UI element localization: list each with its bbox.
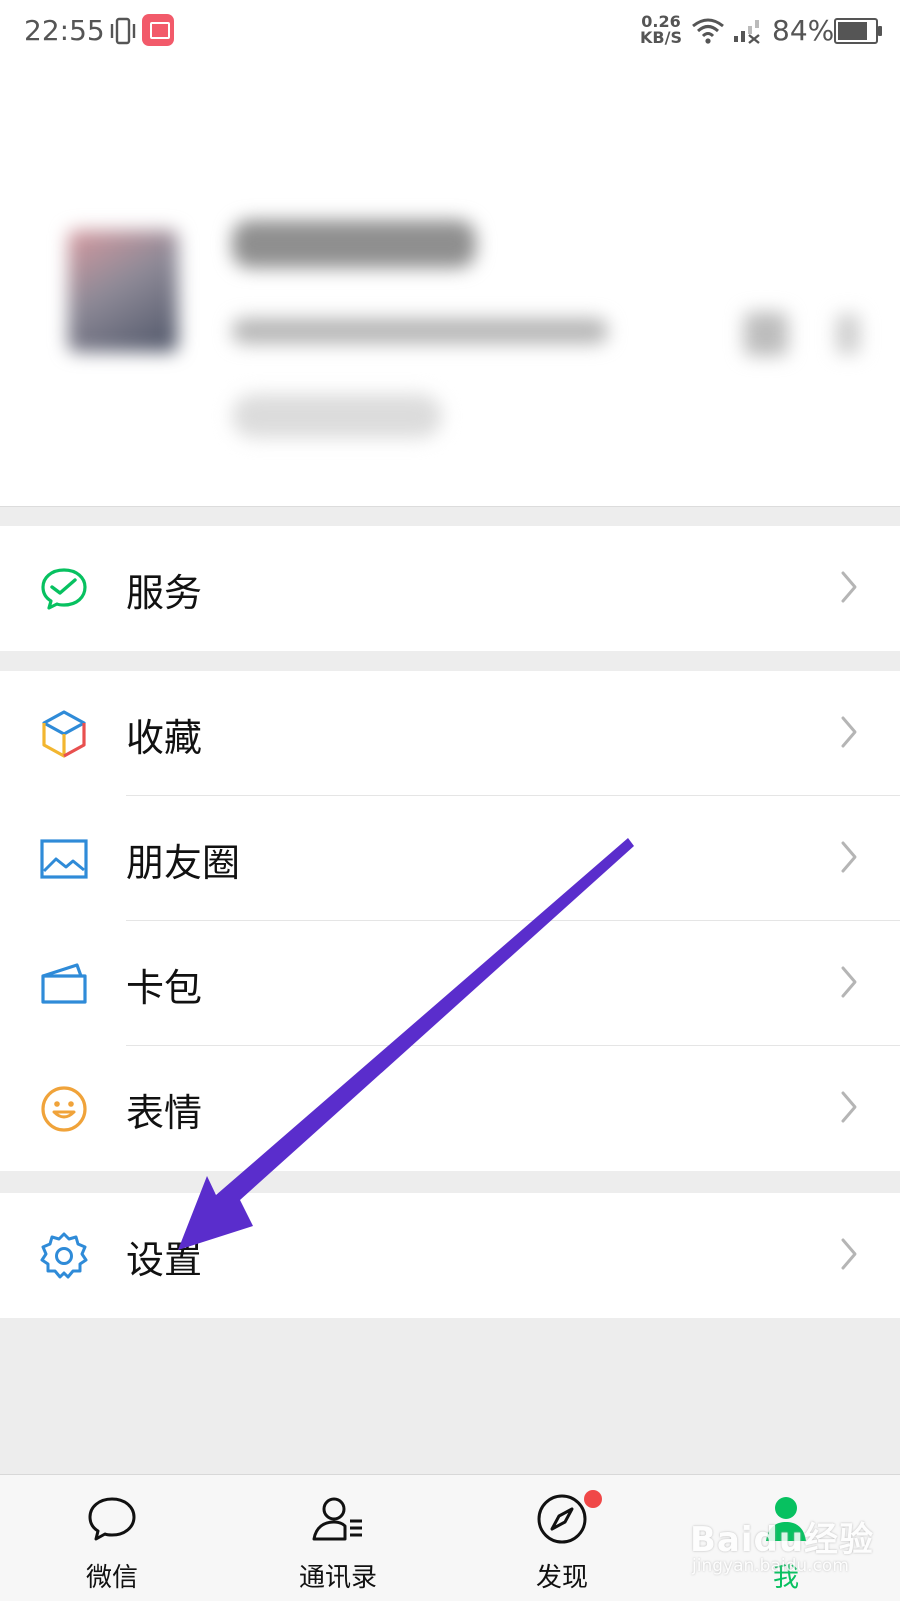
qr-code-icon[interactable]: [744, 312, 788, 356]
baidu-watermark: Baidu经验: [690, 1520, 875, 1560]
tab-label-contacts: 通讯录: [298, 1563, 377, 1593]
chevron-right-icon: [841, 1238, 857, 1270]
favorites-cube-icon: [36, 709, 92, 759]
chevron-right-icon: [841, 571, 857, 603]
tab-contacts[interactable]: 通讯录: [268, 1475, 408, 1601]
chevron-right-icon: [841, 966, 857, 998]
chevron-right-icon: [836, 314, 860, 354]
menu-label-favorites: 收藏: [126, 716, 203, 760]
menu-item-favorites[interactable]: 收藏: [0, 671, 900, 796]
compass-icon: [537, 1494, 587, 1544]
tab-label-discover: 发现: [535, 1563, 588, 1593]
profile-header[interactable]: [0, 64, 900, 507]
profile-nickname-blurred: [232, 220, 476, 268]
menu-item-service[interactable]: 服务: [0, 526, 900, 651]
menu-item-settings[interactable]: 设置: [0, 1193, 900, 1318]
vibrate-icon: [110, 17, 136, 45]
chat-bubble-icon: [88, 1497, 136, 1541]
baidu-watermark-url: jingyan.baidu.com: [692, 1556, 849, 1576]
menu-label-service: 服务: [126, 571, 203, 615]
reader-app-icon: [142, 14, 174, 46]
tab-discover[interactable]: 发现: [492, 1475, 632, 1601]
menu-label-settings: 设置: [126, 1238, 203, 1282]
tab-label-chats: 微信: [85, 1563, 138, 1593]
menu-group-service: 服务: [0, 526, 900, 651]
service-icon: [36, 564, 92, 614]
network-speed-unit: KB/S: [640, 28, 682, 47]
status-button-blurred[interactable]: [232, 394, 442, 438]
network-speed: 0.26 KB/S: [640, 14, 682, 46]
smiley-icon: [36, 1084, 92, 1134]
menu-label-stickers: 表情: [126, 1091, 203, 1135]
wallet-card-icon: [36, 959, 92, 1009]
discover-badge-dot: [584, 1490, 602, 1508]
tab-chats[interactable]: 微信: [42, 1475, 182, 1601]
chevron-right-icon: [841, 841, 857, 873]
battery-icon: [834, 18, 882, 44]
gear-icon: [36, 1231, 92, 1281]
signal-icon: [734, 20, 760, 44]
menu-label-cards: 卡包: [126, 966, 203, 1010]
moments-picture-icon: [36, 834, 92, 884]
menu-group-main: 收藏 朋友圈 卡包 表情: [0, 671, 900, 1171]
status-bar: 22:55 0.26 KB/S 84%: [0, 0, 900, 64]
profile-wechat-id-blurred: [232, 318, 608, 344]
status-time: 22:55: [24, 14, 105, 47]
chevron-right-icon: [841, 716, 857, 748]
battery-percent: 84%: [772, 14, 835, 47]
contacts-icon: [312, 1497, 362, 1541]
menu-group-settings: 设置: [0, 1193, 900, 1318]
avatar[interactable]: [68, 230, 178, 352]
menu-item-stickers[interactable]: 表情: [0, 1046, 900, 1171]
wifi-icon: [692, 18, 724, 44]
menu-label-moments: 朋友圈: [126, 841, 241, 885]
menu-item-moments[interactable]: 朋友圈: [0, 796, 900, 921]
menu-item-cards[interactable]: 卡包: [0, 921, 900, 1046]
chevron-right-icon: [841, 1091, 857, 1123]
